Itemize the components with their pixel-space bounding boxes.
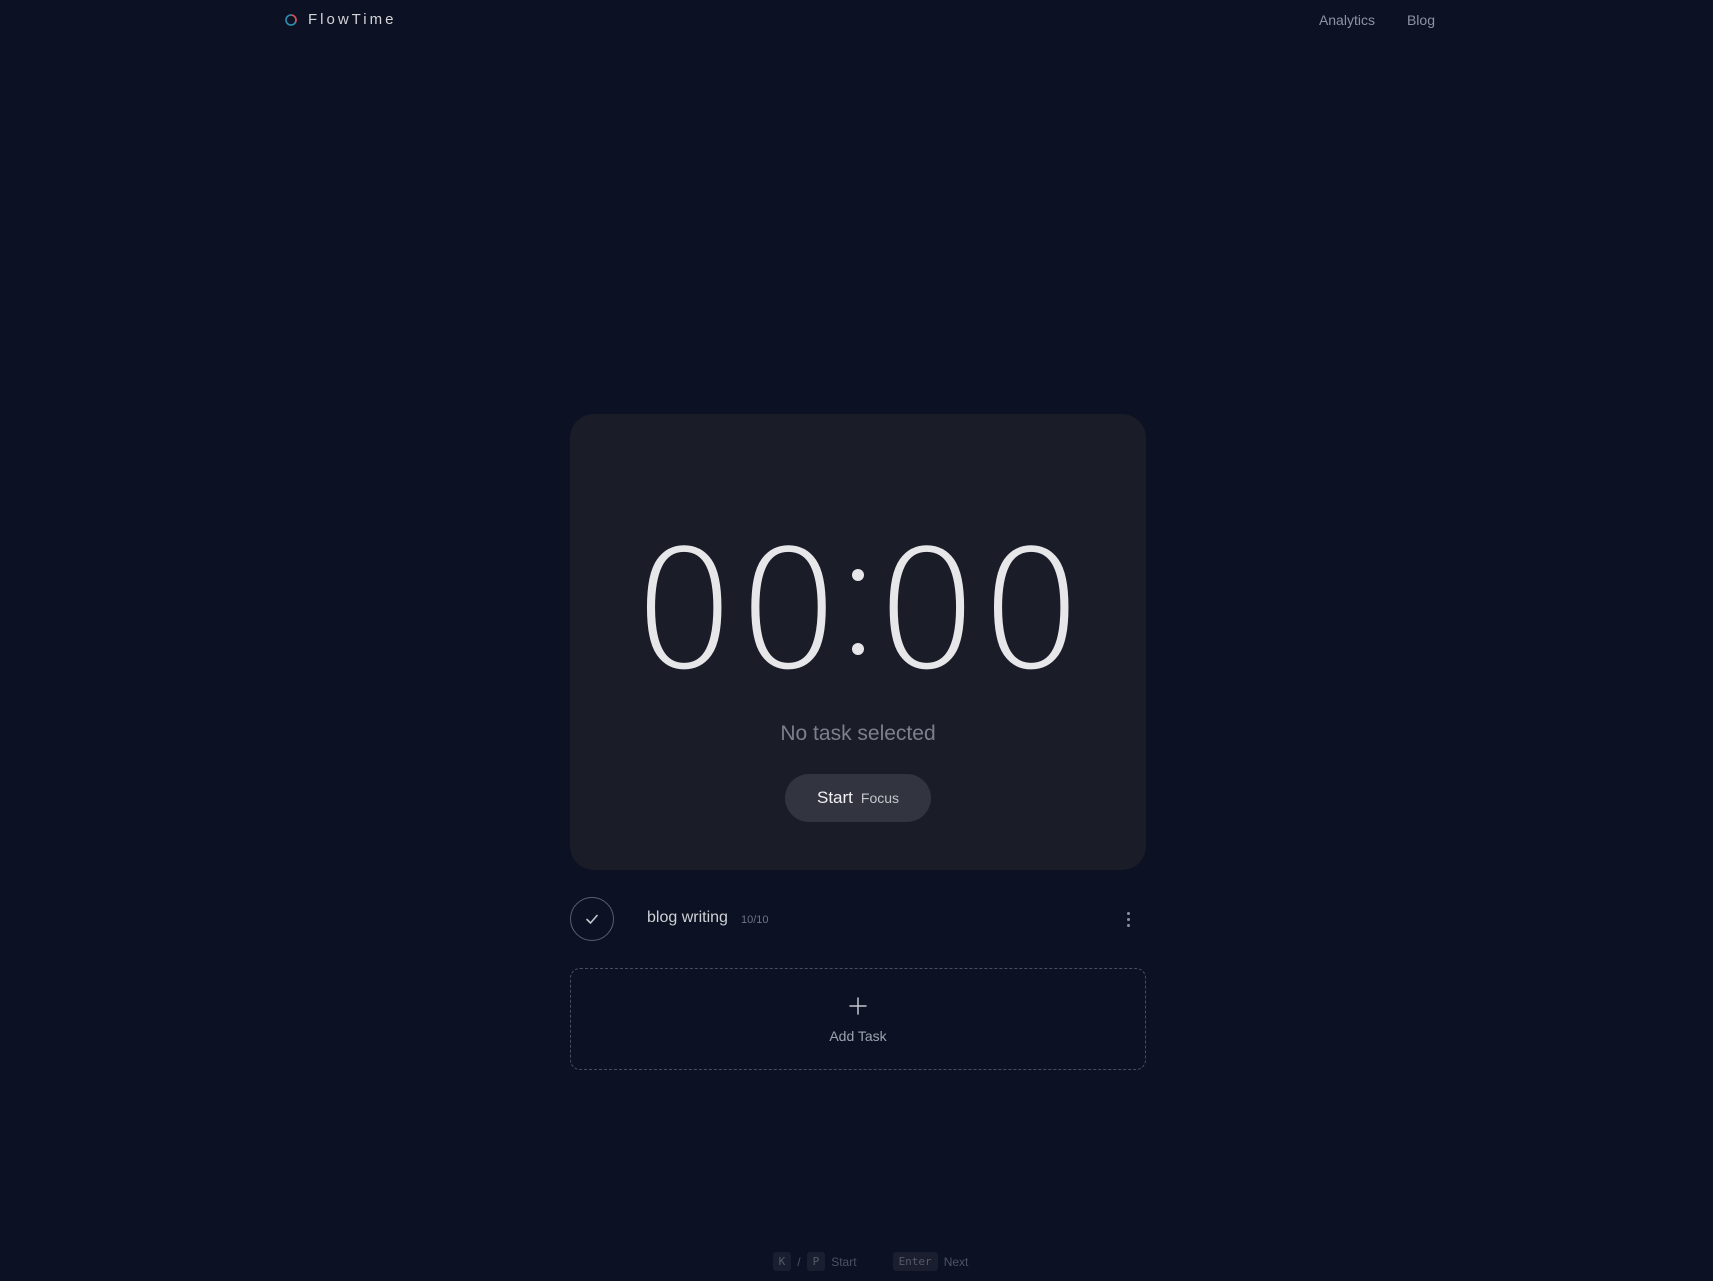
brand-name: FlowTime <box>308 11 397 28</box>
start-button-mode: Focus <box>860 790 900 806</box>
kbd-p: P <box>806 1252 826 1271</box>
seconds-digit-1: 0 <box>875 515 980 706</box>
brand[interactable]: FlowTime <box>284 11 396 28</box>
task-pomodoro-count: 10/10 <box>741 914 769 926</box>
seconds-digit-2: 0 <box>979 515 1084 706</box>
nav-link-blog[interactable]: Blog <box>1407 12 1435 28</box>
timer-display: 0 0 0 0 <box>570 526 1146 696</box>
shortcut-separator: / <box>797 1254 801 1269</box>
keyboard-shortcuts: K / P Start Enter Next <box>0 1252 1713 1271</box>
timer-card: 0 0 0 0 No task selected Start Focus <box>570 414 1146 870</box>
nav-link-analytics[interactable]: Analytics <box>1319 12 1375 28</box>
task-complete-toggle[interactable] <box>570 897 614 941</box>
minutes-digit-2: 0 <box>736 515 841 706</box>
more-options-icon[interactable] <box>1118 909 1138 929</box>
kbd-k: K <box>772 1252 792 1271</box>
shortcut-start-label: Start <box>831 1254 857 1269</box>
logo-ring-icon <box>285 13 297 26</box>
checkmark-icon <box>586 914 598 924</box>
shortcut-next: Enter Next <box>892 1252 969 1271</box>
start-button-label: Start <box>816 788 853 807</box>
timer-colon <box>841 561 875 661</box>
start-focus-button[interactable]: Start Focus <box>785 774 931 822</box>
shortcut-start: K / P Start <box>772 1252 857 1271</box>
minutes-digit-1: 0 <box>632 515 737 706</box>
add-task-button[interactable]: Add Task <box>570 968 1146 1070</box>
current-task-status: No task selected <box>780 722 936 745</box>
top-bar: FlowTime Analytics Blog <box>0 0 1713 42</box>
main-nav: Analytics Blog <box>1319 12 1435 28</box>
task-name: blog writing <box>647 909 728 926</box>
shortcut-next-label: Next <box>943 1254 969 1269</box>
plus-icon <box>849 997 867 1015</box>
task-row[interactable]: blog writing 10/10 <box>570 897 1146 941</box>
add-task-label: Add Task <box>829 1028 887 1044</box>
kbd-enter: Enter <box>892 1252 938 1271</box>
